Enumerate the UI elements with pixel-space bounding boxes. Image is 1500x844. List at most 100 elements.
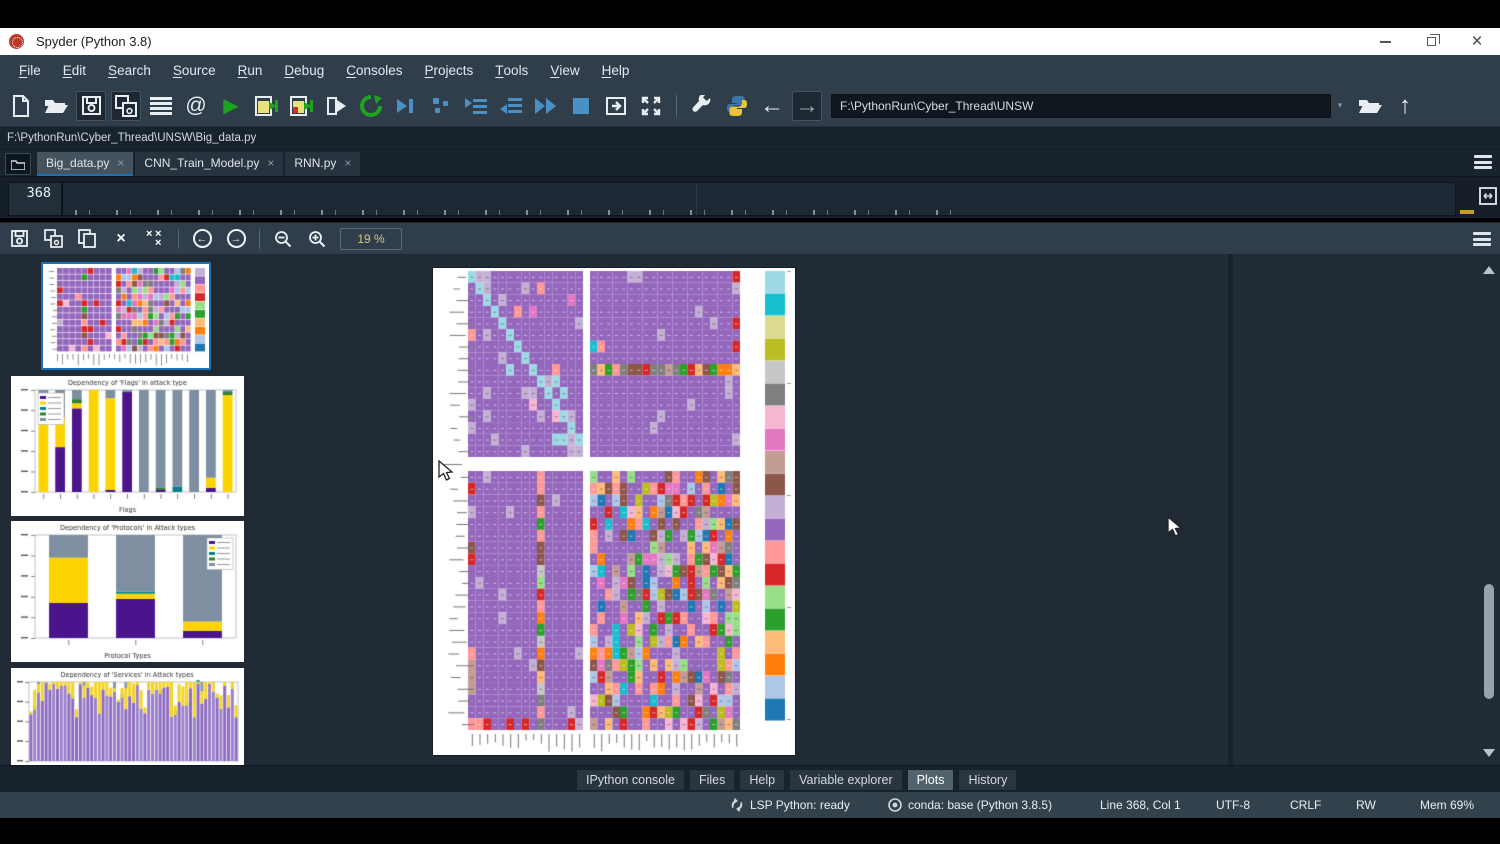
lsp-status: LSP Python: ready — [730, 792, 850, 818]
close-button[interactable]: × — [1454, 28, 1500, 55]
menu-debug[interactable]: Debug — [273, 55, 335, 85]
code-area[interactable] — [62, 182, 1456, 216]
debug-file-icon[interactable] — [391, 91, 421, 121]
step-return-icon[interactable] — [496, 91, 526, 121]
tab-files[interactable]: Files — [689, 769, 735, 791]
remove-plot-icon[interactable]: × — [108, 226, 134, 252]
memory-status: Mem 69% — [1420, 792, 1474, 818]
editor-pane[interactable]: 368 — [0, 176, 1500, 218]
plots-toolbar: × ××× ← → 19 % — [0, 222, 1500, 254]
plots-pane — [0, 254, 1500, 765]
run-file-icon[interactable]: ▶ — [216, 91, 246, 121]
menu-file[interactable]: File — [8, 55, 52, 85]
save-all-icon[interactable] — [111, 91, 141, 121]
back-icon[interactable]: ← — [757, 91, 787, 121]
main-toolbar: @ ▶ ← → F:\PythonRun\Cyber_Thread\UNSW ▾… — [0, 85, 1500, 127]
restore-button[interactable] — [1408, 28, 1454, 55]
eol-status: CRLF — [1290, 792, 1321, 818]
scrollbar-thumb[interactable] — [1484, 584, 1494, 699]
remove-all-plots-icon[interactable]: ××× — [142, 226, 168, 252]
next-plot-icon[interactable]: → — [223, 226, 249, 252]
tab-plots[interactable]: Plots — [907, 769, 955, 791]
working-directory-input[interactable]: F:\PythonRun\Cyber_Thread\UNSW — [831, 94, 1331, 118]
parent-directory-icon[interactable]: ↑ — [1390, 91, 1420, 121]
scroll-down-icon[interactable] — [1483, 749, 1495, 757]
plot-thumbnail-protocols[interactable] — [11, 521, 244, 662]
maximize-pane-icon[interactable] — [636, 91, 666, 121]
clipped-code-line — [75, 210, 975, 215]
previous-plot-icon[interactable]: ← — [189, 226, 215, 252]
spyder-window: Spyder (Python 3.8) × File Edit Search S… — [0, 0, 1500, 844]
tab-rnn-py[interactable]: RNN.py× — [285, 152, 360, 176]
scroll-up-icon[interactable] — [1483, 266, 1495, 274]
run-cell-icon[interactable] — [251, 91, 281, 121]
symbol-finder-icon[interactable]: @ — [181, 91, 211, 121]
browse-directory-icon[interactable] — [1355, 91, 1385, 121]
permissions-status: RW — [1356, 792, 1376, 818]
new-file-icon[interactable] — [6, 91, 36, 121]
heatmap-canvas — [433, 268, 795, 755]
menu-tools[interactable]: Tools — [484, 55, 539, 85]
menu-help[interactable]: Help — [591, 55, 641, 85]
pane-divider[interactable] — [1228, 254, 1233, 765]
working-directory-dropdown-icon[interactable]: ▾ — [1333, 94, 1347, 118]
browse-tabs-button[interactable] — [5, 153, 31, 175]
zoom-out-icon[interactable] — [270, 226, 296, 252]
copy-plot-icon[interactable] — [74, 226, 100, 252]
title-bar: Spyder (Python 3.8) × — [0, 28, 1500, 55]
spyder-app-icon — [9, 34, 24, 49]
tab-close-icon[interactable]: × — [267, 156, 274, 170]
console-tab-bar: IPython console Files Help Variable expl… — [0, 765, 1500, 792]
zoom-in-icon[interactable] — [304, 226, 330, 252]
open-file-icon[interactable] — [41, 91, 71, 121]
line-number-gutter: 368 — [8, 182, 62, 216]
rerun-icon[interactable] — [356, 91, 386, 121]
status-bar: LSP Python: ready conda: base (Python 3.… — [0, 792, 1500, 818]
continue-icon[interactable] — [531, 91, 561, 121]
tab-history[interactable]: History — [958, 769, 1017, 791]
menu-bar: File Edit Search Source Run Debug Consol… — [0, 55, 1500, 85]
run-selection-icon[interactable] — [321, 91, 351, 121]
forward-icon[interactable]: → — [792, 91, 822, 121]
menu-search[interactable]: Search — [97, 55, 162, 85]
working-directory-value: F:\PythonRun\Cyber_Thread\UNSW — [840, 99, 1033, 113]
menu-source[interactable]: Source — [162, 55, 227, 85]
save-all-plots-icon[interactable] — [40, 226, 66, 252]
debug-step-icon[interactable] — [426, 91, 456, 121]
tab-help[interactable]: Help — [739, 769, 785, 791]
zoom-level-display: 19 % — [340, 228, 402, 250]
file-switcher-icon[interactable] — [146, 91, 176, 121]
scrollbar-position-marker — [1460, 210, 1474, 214]
split-editor-icon[interactable] — [1479, 187, 1497, 210]
plot-thumbnail-services[interactable] — [11, 668, 244, 765]
tab-close-icon[interactable]: × — [117, 156, 124, 170]
python-env-icon[interactable] — [722, 91, 752, 121]
cursor-position: Line 368, Col 1 — [1100, 792, 1181, 818]
tab-ipython-console[interactable]: IPython console — [576, 769, 685, 791]
preferences-icon[interactable] — [687, 91, 717, 121]
run-cell-advance-icon[interactable] — [286, 91, 316, 121]
save-icon[interactable] — [76, 91, 106, 121]
menu-consoles[interactable]: Consoles — [335, 55, 413, 85]
tab-variable-explorer[interactable]: Variable explorer — [789, 769, 903, 791]
run-external-icon[interactable] — [601, 91, 631, 121]
lsp-icon — [730, 798, 744, 812]
menu-edit[interactable]: Edit — [52, 55, 97, 85]
tab-cnn-train-model-py[interactable]: CNN_Train_Model.py× — [135, 152, 283, 176]
encoding-status: UTF-8 — [1216, 792, 1250, 818]
conda-icon — [888, 798, 902, 812]
editor-options-menu-icon[interactable] — [1474, 155, 1492, 169]
tab-close-icon[interactable]: × — [344, 156, 351, 170]
stop-icon[interactable] — [566, 91, 596, 121]
plot-thumbnail-heatmap[interactable] — [43, 264, 209, 368]
plot-thumbnail-flags[interactable] — [11, 376, 244, 516]
save-plot-icon[interactable] — [6, 226, 32, 252]
thumbnails-scrollbar[interactable] — [1481, 254, 1497, 765]
menu-run[interactable]: Run — [227, 55, 274, 85]
tab-big-data-py[interactable]: Big_data.py× — [37, 152, 133, 176]
menu-projects[interactable]: Projects — [414, 55, 485, 85]
menu-view[interactable]: View — [539, 55, 590, 85]
plots-options-menu-icon[interactable] — [1473, 232, 1491, 246]
minimize-button[interactable] — [1362, 28, 1408, 55]
step-into-icon[interactable] — [461, 91, 491, 121]
